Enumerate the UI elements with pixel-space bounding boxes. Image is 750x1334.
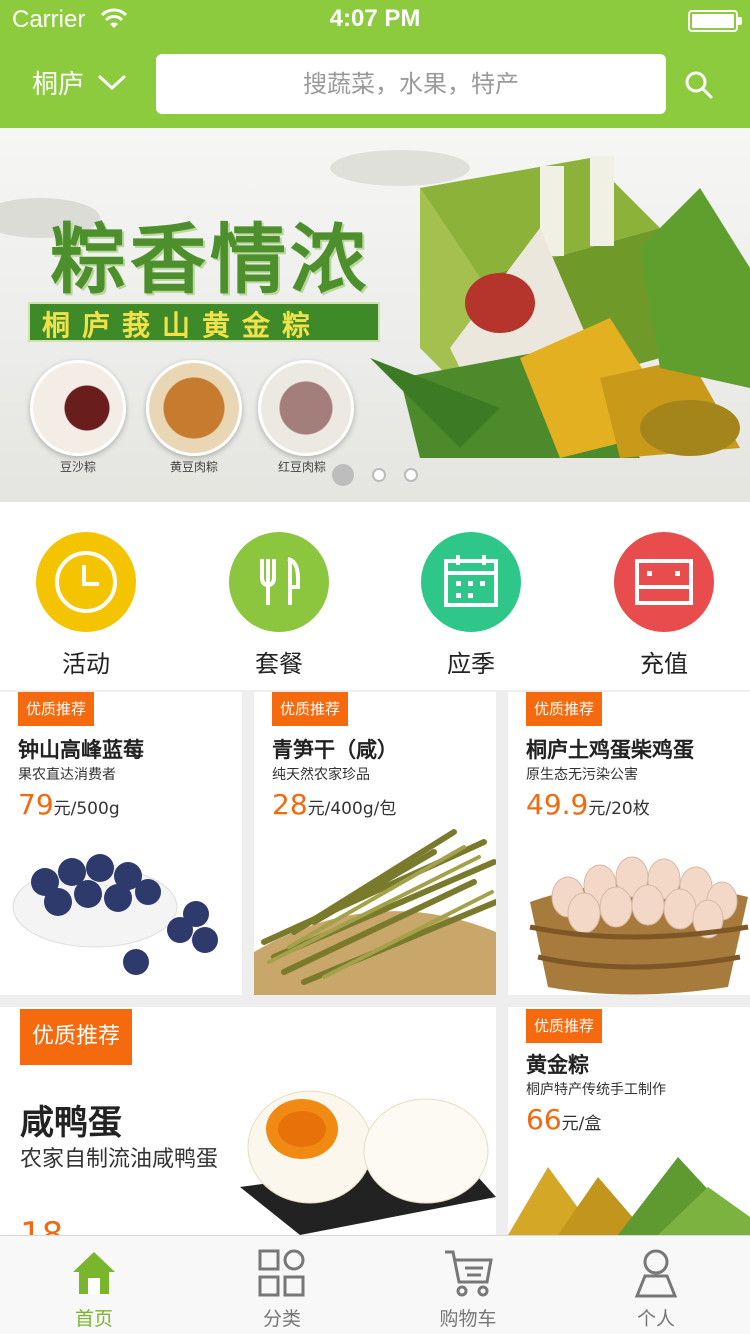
product-desc: 农家自制流油咸鸭蛋 xyxy=(20,1147,219,1172)
clock-icon xyxy=(36,532,136,632)
product-image-bamboo xyxy=(254,829,496,995)
chevron-down-icon xyxy=(98,75,126,90)
product-price: 66元/盒 xyxy=(526,1103,602,1136)
city-label: 桐庐 xyxy=(32,70,85,100)
product-image-zongzi xyxy=(508,1157,750,1235)
carousel-indicator xyxy=(332,464,436,486)
fork-knife-icon xyxy=(229,532,329,632)
quality-tag: 优质推荐 xyxy=(526,1009,603,1043)
banner-thumb-label: 黄豆肉粽 xyxy=(169,460,218,474)
tab-profile[interactable]: 个人 xyxy=(606,1248,706,1331)
product-desc: 原生态无污染公害 xyxy=(526,767,638,783)
tab-label: 个人 xyxy=(636,1308,675,1330)
product-title: 咸鸭蛋 xyxy=(20,1103,122,1143)
quality-tag: 优质推荐 xyxy=(272,692,349,726)
quick-menu: 活动 套餐 应季 充值 xyxy=(0,502,750,690)
quick-label: 套餐 xyxy=(255,650,303,678)
banner-thumb-label: 豆沙粽 xyxy=(59,460,96,474)
product-card-eggs[interactable]: 优质推荐 桐庐土鸡蛋柴鸡蛋 原生态无污染公害 49.9元/20枚 xyxy=(508,692,750,995)
city-selector[interactable]: 桐庐 xyxy=(32,64,126,101)
product-card-bamboo[interactable]: 优质推荐 青笋干（咸） 纯天然农家珍品 28元/400g/包 xyxy=(254,692,496,995)
quick-label: 应季 xyxy=(447,650,495,678)
product-title: 黄金粽 xyxy=(526,1053,589,1077)
quick-package[interactable]: 套餐 xyxy=(229,532,329,679)
tab-label: 首页 xyxy=(74,1308,113,1330)
quality-tag: 优质推荐 xyxy=(18,692,95,726)
app-screen: Carrier 4:07 PM 桐庐 搜蔬菜，水果，特产 粽香情浓 桐庐莪山黄金… xyxy=(0,0,750,1334)
product-image-duck-egg xyxy=(240,1090,496,1235)
product-price: 28元/400g/包 xyxy=(272,788,397,821)
product-title: 钟山高峰蓝莓 xyxy=(18,738,144,762)
quick-label: 活动 xyxy=(62,650,110,678)
carousel-dot[interactable] xyxy=(332,464,354,486)
quick-recharge[interactable]: 充值 xyxy=(614,532,714,679)
banner-title: 粽香情浓 xyxy=(50,215,370,304)
person-icon xyxy=(634,1249,678,1298)
product-price: 79元/500g xyxy=(18,788,120,821)
cart-icon xyxy=(445,1250,493,1297)
carousel-dot[interactable] xyxy=(404,468,418,482)
banner-thumb-douzha xyxy=(30,360,126,456)
battery-icon xyxy=(688,10,742,32)
product-desc: 桐庐特产传统手工制作 xyxy=(526,1082,666,1098)
quality-tag: 优质推荐 xyxy=(20,1009,133,1065)
grid-icon xyxy=(258,1249,305,1297)
status-bar: Carrier 4:07 PM xyxy=(0,0,750,40)
tab-label: 分类 xyxy=(262,1308,301,1330)
carousel-dot[interactable] xyxy=(372,468,386,482)
home-icon xyxy=(73,1252,115,1294)
product-price: 18 xyxy=(20,1215,64,1235)
quick-activity[interactable]: 活动 xyxy=(36,532,136,679)
tab-category[interactable]: 分类 xyxy=(232,1248,332,1331)
search-icon[interactable] xyxy=(684,70,714,100)
product-title: 青笋干（咸） xyxy=(272,738,398,762)
search-input[interactable] xyxy=(156,54,666,114)
product-card-duck-egg[interactable]: 优质推荐 咸鸭蛋 农家自制流油咸鸭蛋 18 xyxy=(0,1007,496,1235)
product-title: 桐庐土鸡蛋柴鸡蛋 xyxy=(526,738,694,762)
quick-seasonal[interactable]: 应季 xyxy=(421,532,521,679)
promo-banner[interactable]: 粽香情浓 桐庐莪山黄金粽 豆沙粽 黄豆肉粽 红豆肉粽 xyxy=(0,128,750,502)
product-card-zongzi[interactable]: 优质推荐 黄金粽 桐庐特产传统手工制作 66元/盒 xyxy=(508,1007,750,1235)
tab-label: 购物车 xyxy=(439,1308,497,1330)
calendar-icon xyxy=(421,532,521,632)
product-price: 49.9元/20枚 xyxy=(526,788,650,821)
banner-thumb-huangdou xyxy=(146,360,242,456)
header-bar: 桐庐 xyxy=(0,40,750,128)
product-desc: 纯天然农家珍品 xyxy=(272,767,370,783)
tab-home[interactable]: 首页 xyxy=(44,1248,144,1331)
card-icon xyxy=(614,532,714,632)
banner-subtitle: 桐庐莪山黄金粽 xyxy=(42,309,323,342)
product-desc: 果农直达消费者 xyxy=(18,767,116,783)
product-image-blueberry xyxy=(12,854,218,975)
bottom-tab-bar: 首页 分类 购物车 个人 xyxy=(0,1235,750,1334)
tab-cart[interactable]: 购物车 xyxy=(418,1248,518,1331)
banner-thumb-hongdou xyxy=(258,360,354,456)
product-card-blueberry[interactable]: 优质推荐 钟山高峰蓝莓 果农直达消费者 79元/500g xyxy=(0,692,242,995)
clock-time: 4:07 PM xyxy=(329,5,421,32)
quality-tag: 优质推荐 xyxy=(526,692,603,726)
quick-label: 充值 xyxy=(640,650,688,678)
product-image-eggs xyxy=(529,856,749,995)
